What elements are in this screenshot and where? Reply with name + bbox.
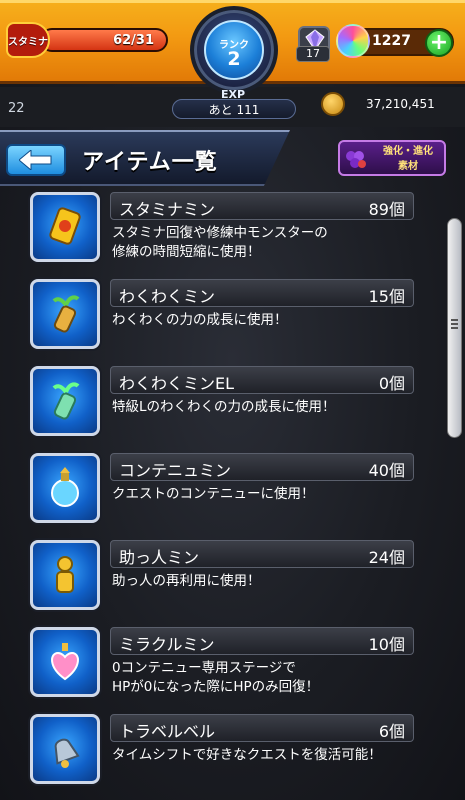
list-item[interactable]: わくわくミンEL 0個 特級Lのわくわくの力の成長に使用！	[30, 364, 414, 440]
item-name: 助っ人ミン	[119, 548, 200, 567]
item-count: 0個	[378, 374, 405, 393]
item-name: わくわくミンEL	[119, 374, 235, 393]
item-name-bar: 助っ人ミン 24個	[110, 540, 414, 568]
sprout-bottle-icon	[30, 279, 100, 349]
item-description: わくわくの力の成長に使用！	[112, 312, 288, 328]
item-count: 24個	[368, 548, 405, 567]
item-count: 89個	[368, 200, 405, 219]
stamina-label: スタミナ	[8, 36, 48, 48]
scrollbar-thumb[interactable]	[447, 218, 462, 438]
continue-potion-icon	[30, 453, 100, 523]
item-name: わくわくミン	[119, 287, 216, 306]
page-title: アイテム一覧	[82, 150, 218, 175]
evolution-materials-button[interactable]: 強化・進化 素材	[338, 140, 446, 176]
stamina-icon: スタミナ	[6, 22, 50, 58]
item-description: スタミナ回復や修練中モンスターの 修練の時間短縮に使用！	[112, 225, 328, 260]
back-arrow-icon	[19, 150, 52, 170]
buy-orbs-button[interactable]: +	[425, 29, 453, 57]
sprout-bottle-el-icon	[30, 366, 100, 436]
gem-count: 17	[296, 46, 330, 62]
rank-orb: ランク 2	[204, 20, 264, 80]
stamina-value: 62/31	[113, 33, 154, 48]
item-description: 特級Lのわくわくの力の成長に使用！	[112, 399, 336, 415]
list-item[interactable]: ミラクルミン 10個 0コンテニュー専用ステージで HPが0になった際にHPのみ…	[30, 625, 414, 701]
item-name: トラベルベル	[119, 722, 216, 741]
stamina-can-icon	[30, 192, 100, 262]
heart-potion-icon	[30, 627, 100, 697]
list-item[interactable]: コンテニュミン 40個 クエストのコンテニューに使用！	[30, 451, 414, 527]
rank-badge[interactable]: ランク 2	[190, 6, 278, 94]
level-number: 22	[8, 101, 25, 116]
list-item[interactable]: わくわくミン 15個 わくわくの力の成長に使用！	[30, 277, 414, 353]
stamina-gauge[interactable]: スタミナ 62/31	[6, 22, 168, 58]
coin-icon	[321, 92, 345, 116]
item-name-bar: わくわくミンEL 0個	[110, 366, 414, 394]
item-count: 15個	[368, 287, 405, 306]
item-name-bar: ミラクルミン 10個	[110, 627, 414, 655]
item-description: タイムシフトで好きなクエストを復活可能！	[112, 747, 382, 763]
rank-value: 2	[227, 48, 241, 70]
item-count: 40個	[368, 461, 405, 480]
evo-line1: 強化・進化	[383, 146, 433, 157]
item-count: 6個	[378, 722, 405, 741]
list-item[interactable]: 助っ人ミン 24個 助っ人の再利用に使用！	[30, 538, 414, 614]
item-name: ミラクルミン	[119, 635, 215, 654]
travel-bell-icon	[30, 714, 100, 784]
helper-figure-icon	[30, 540, 100, 610]
item-name: スタミナミン	[119, 200, 216, 219]
item-name-bar: トラベルベル 6個	[110, 714, 414, 742]
item-description: 0コンテニュー専用ステージで HPが0になった際にHPのみ回復！	[112, 660, 320, 695]
coin-count: 37,210,451	[366, 97, 435, 111]
item-count: 10個	[368, 635, 405, 654]
item-name-bar: わくわくミン 15個	[110, 279, 414, 307]
item-name-bar: コンテニュミン 40個	[110, 453, 414, 481]
list-item[interactable]: トラベルベル 6個 タイムシフトで好きなクエストを復活可能！	[30, 712, 414, 788]
evo-button-label: 強化・進化 素材	[372, 144, 444, 174]
item-description: 助っ人の再利用に使用！	[112, 573, 261, 589]
list-item[interactable]: スタミナミン 89個 スタミナ回復や修練中モンスターの 修練の時間短縮に使用！	[30, 190, 414, 266]
orb-count: 1227	[372, 33, 411, 49]
item-description: クエストのコンテニューに使用！	[112, 486, 315, 502]
scrollbar-grip-icon	[451, 319, 458, 321]
item-list[interactable]: スタミナミン 89個 スタミナ回復や修練中モンスターの 修練の時間短縮に使用！ …	[0, 186, 465, 800]
item-name: コンテニュミン	[119, 461, 232, 480]
exp-remaining: あと 111	[172, 99, 296, 119]
stamina-bar: 62/31	[40, 28, 168, 52]
item-list-screen: スタミナ 62/31 ランク 2 17 1227 + 22 EXP あと 111…	[0, 0, 465, 800]
grape-icon	[346, 151, 366, 168]
evo-line2: 素材	[398, 161, 418, 172]
back-button[interactable]	[6, 144, 66, 176]
item-name-bar: スタミナミン 89個	[110, 192, 414, 220]
orb-icon	[336, 24, 370, 58]
